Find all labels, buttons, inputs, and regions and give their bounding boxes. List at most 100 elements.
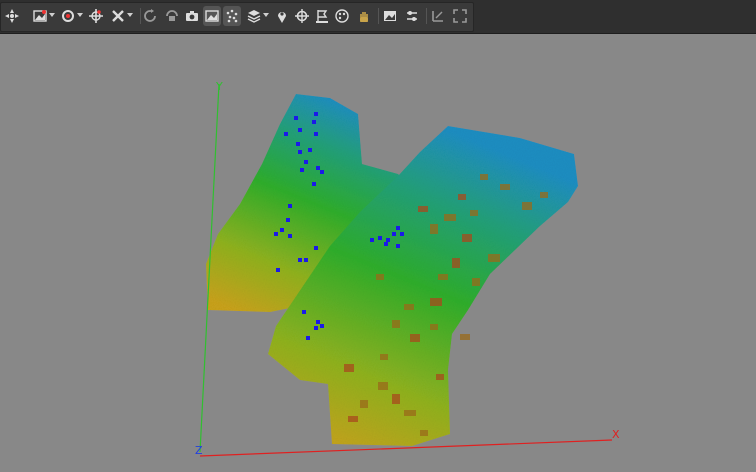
map-pin-button[interactable] xyxy=(273,6,291,26)
camera-position-marker[interactable] xyxy=(286,218,290,222)
camera-position-marker[interactable] xyxy=(298,150,302,154)
building-patch xyxy=(470,210,478,216)
camera-position-marker[interactable] xyxy=(296,142,300,146)
measure-button[interactable] xyxy=(429,6,447,26)
building-patch xyxy=(392,320,400,328)
point-cloud-button[interactable] xyxy=(223,6,241,26)
markers-button[interactable] xyxy=(313,6,331,26)
tools-button[interactable] xyxy=(109,6,127,26)
point-cloud-icon xyxy=(226,9,238,23)
camera-position-marker[interactable] xyxy=(300,168,304,172)
building-patch xyxy=(488,254,500,262)
palette-icon xyxy=(335,9,349,23)
building-patch xyxy=(462,234,472,242)
x-axis-label: X xyxy=(612,428,620,441)
building-patch xyxy=(376,274,384,280)
navigate-button[interactable] xyxy=(3,6,21,26)
tools-icon xyxy=(112,10,124,22)
camera-position-marker[interactable] xyxy=(396,226,400,230)
building-patch xyxy=(522,202,532,210)
color-mode-button[interactable] xyxy=(59,6,77,26)
building-patch xyxy=(444,214,456,221)
photo-view-button[interactable] xyxy=(203,6,221,26)
map-pin-icon xyxy=(278,12,286,23)
crosshair-target-button[interactable] xyxy=(87,6,105,26)
camera-position-marker[interactable] xyxy=(288,204,292,208)
camera-position-marker[interactable] xyxy=(312,182,316,186)
camera-position-marker[interactable] xyxy=(276,268,280,272)
building-patch xyxy=(472,278,480,286)
image-layer-icon xyxy=(33,10,47,22)
camera-icon xyxy=(186,11,198,21)
building-patch xyxy=(460,334,470,340)
dropdown-caret-icon[interactable] xyxy=(263,13,269,17)
measure-icon xyxy=(432,11,443,22)
palette-button[interactable] xyxy=(333,6,351,26)
hand-button[interactable] xyxy=(355,6,373,26)
settings-sliders-button[interactable] xyxy=(403,6,421,26)
camera-position-marker[interactable] xyxy=(320,324,324,328)
3d-viewport[interactable]: X Y Z xyxy=(0,34,756,472)
camera-position-marker[interactable] xyxy=(396,244,400,248)
building-patch xyxy=(500,184,510,190)
camera-position-marker[interactable] xyxy=(314,326,318,330)
camera-position-marker[interactable] xyxy=(378,236,382,240)
camera-position-marker[interactable] xyxy=(298,258,302,262)
camera-position-marker[interactable] xyxy=(316,320,320,324)
camera-position-marker[interactable] xyxy=(306,336,310,340)
camera-position-marker[interactable] xyxy=(302,310,306,314)
navigate-icon xyxy=(5,9,19,23)
layers-button[interactable] xyxy=(245,6,263,26)
building-patch xyxy=(420,430,428,436)
camera-position-marker[interactable] xyxy=(284,132,288,136)
dropdown-caret-icon[interactable] xyxy=(127,13,133,17)
building-patch xyxy=(480,174,488,180)
camera-position-marker[interactable] xyxy=(304,160,308,164)
photo-view-icon xyxy=(205,10,219,22)
image-icon xyxy=(384,11,396,21)
camera-position-marker[interactable] xyxy=(370,238,374,242)
building-patch xyxy=(438,274,448,280)
image-button[interactable] xyxy=(381,6,399,26)
hand-icon xyxy=(360,12,368,22)
camera-position-marker[interactable] xyxy=(274,232,278,236)
refresh-icon xyxy=(144,9,156,22)
settings-sliders-icon xyxy=(407,11,417,21)
camera-position-marker[interactable] xyxy=(392,232,396,236)
camera-position-marker[interactable] xyxy=(298,128,302,132)
camera-position-marker[interactable] xyxy=(386,238,390,242)
image-layer-button[interactable] xyxy=(31,6,49,26)
z-axis-label: Z xyxy=(195,444,203,457)
camera-position-marker[interactable] xyxy=(320,170,324,174)
color-mode-icon xyxy=(62,10,74,22)
dropdown-caret-icon[interactable] xyxy=(49,13,55,17)
gcp-target-button[interactable] xyxy=(293,6,311,26)
dropdown-caret-icon[interactable] xyxy=(77,13,83,17)
building-patch xyxy=(404,410,416,416)
refresh-button[interactable] xyxy=(141,6,159,26)
camera-position-marker[interactable] xyxy=(384,242,388,246)
camera-position-marker[interactable] xyxy=(308,148,312,152)
camera-position-marker[interactable] xyxy=(400,232,404,236)
point-cloud-scene[interactable] xyxy=(0,34,756,472)
camera-rotate-button[interactable] xyxy=(163,6,181,26)
camera-position-marker[interactable] xyxy=(294,116,298,120)
fit-view-button[interactable] xyxy=(451,6,469,26)
building-patch xyxy=(380,354,388,360)
camera-position-marker[interactable] xyxy=(312,120,316,124)
camera-position-marker[interactable] xyxy=(316,166,320,170)
camera-position-marker[interactable] xyxy=(314,246,318,250)
camera-position-marker[interactable] xyxy=(304,258,308,262)
camera-position-marker[interactable] xyxy=(288,234,292,238)
building-patch xyxy=(430,324,438,330)
camera-button[interactable] xyxy=(183,6,201,26)
camera-position-marker[interactable] xyxy=(280,228,284,232)
toolbar xyxy=(0,0,756,34)
toolbar-separator xyxy=(378,8,379,24)
layers-icon xyxy=(247,10,261,23)
camera-position-marker[interactable] xyxy=(314,132,318,136)
building-patch xyxy=(378,382,388,390)
building-patch xyxy=(540,192,548,198)
gcp-target-icon xyxy=(295,9,309,23)
camera-position-marker[interactable] xyxy=(314,112,318,116)
